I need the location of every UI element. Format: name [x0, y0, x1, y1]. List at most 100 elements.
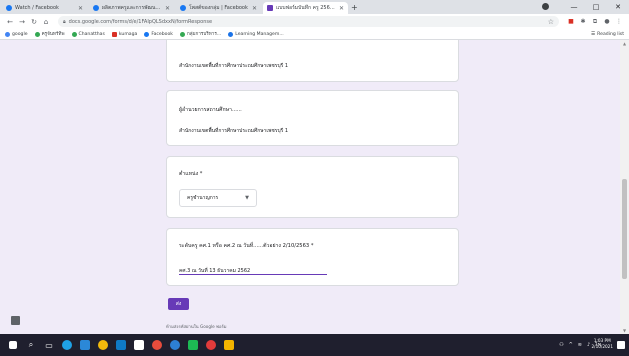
- scroll-down-arrow-icon[interactable]: ▼: [620, 328, 629, 333]
- bookmark-label: กลุ่มการบริหาร...: [186, 31, 222, 37]
- close-tab-icon[interactable]: ✕: [78, 5, 83, 12]
- window-controls: — □ ✕: [563, 0, 629, 14]
- bookmark-item[interactable]: google: [5, 31, 28, 37]
- tab-title: Watch / Facebook: [15, 5, 59, 11]
- volume-icon[interactable]: ♪: [587, 342, 590, 348]
- store-icon[interactable]: [76, 334, 94, 356]
- bookmark-favicon-icon: [179, 31, 185, 37]
- page-scrollbar[interactable]: ▲ ▼: [620, 40, 629, 334]
- bookmark-item[interactable]: Learning Managem...: [228, 31, 284, 37]
- back-arrow-icon[interactable]: ←: [4, 18, 16, 26]
- bookmark-label: kumaga: [118, 31, 138, 37]
- tray-chevron-icon[interactable]: ^: [569, 342, 573, 348]
- question-title: ระดับครู คศ.1 หรือ คศ.2 ณ วันที่......ตั…: [179, 243, 314, 249]
- start-windows-icon[interactable]: [4, 334, 22, 356]
- bookmark-label: ครูจันทร์ทิพ: [41, 31, 65, 37]
- app-glyph: [62, 340, 72, 350]
- bookmark-item[interactable]: Chanatthas: [71, 31, 105, 37]
- answer-text: สำนักงานเขตพื้นที่การศึกษาประถมศึกษาเพชร…: [179, 128, 289, 134]
- word-icon[interactable]: [130, 334, 148, 356]
- app-glyph: [224, 340, 234, 350]
- scrollbar-thumb[interactable]: [622, 179, 627, 279]
- maximize-button[interactable]: □: [585, 3, 607, 11]
- feedback-icon[interactable]: [11, 316, 20, 325]
- chrome-icon[interactable]: [94, 334, 112, 356]
- question-title: ผู้อำนวยการสถานศึกษา......: [179, 107, 242, 113]
- taskbar-clock[interactable]: 1:03 PM 2/10/2021: [592, 338, 613, 350]
- new-tab-button[interactable]: +: [351, 2, 358, 14]
- bookmark-favicon-icon: [111, 31, 117, 37]
- onedrive-icon[interactable]: [166, 334, 184, 356]
- bookmark-favicon-icon: [71, 31, 77, 37]
- answer-input-value: คศ.3 ณ วันที่ 13 ธันวาคม 2562: [179, 268, 251, 274]
- lock-icon[interactable]: 🔒︎: [63, 19, 66, 25]
- opera-icon[interactable]: [202, 334, 220, 356]
- minimize-button[interactable]: —: [563, 3, 585, 11]
- windows-logo: [9, 341, 17, 349]
- app-glyph: [170, 340, 180, 350]
- file-explorer-icon[interactable]: [112, 334, 130, 356]
- answer-text: สำนักงานเขตพื้นที่การศึกษาประถมศึกษาเพชร…: [179, 63, 289, 69]
- close-tab-icon[interactable]: ✕: [165, 5, 170, 12]
- home-icon[interactable]: ⌂: [40, 18, 52, 26]
- forward-arrow-icon[interactable]: →: [16, 18, 28, 26]
- bookmark-item[interactable]: kumaga: [111, 31, 138, 37]
- browser-tab-1[interactable]: Watch / Facebook ✕: [2, 2, 87, 14]
- tab-strip: Watch / Facebook ✕ ผลิตภาพครูและการพัฒนา…: [0, 0, 629, 14]
- search-icon[interactable]: ⌕: [22, 334, 40, 356]
- profile-icon[interactable]: [542, 3, 549, 10]
- edge-icon[interactable]: [58, 334, 76, 356]
- question-card-2: ผู้อำนวยการสถานศึกษา...... สำนักงานเขตพื…: [166, 90, 459, 146]
- facebook-icon: [6, 5, 12, 11]
- bookmark-label: Chanatthas: [78, 31, 105, 37]
- browser-tab-2[interactable]: ผลิตภาพครูและการพัฒนา | Fac... ✕: [89, 2, 174, 14]
- extension-icon[interactable]: ■: [565, 18, 577, 25]
- photos-icon[interactable]: [148, 334, 166, 356]
- reload-icon[interactable]: ↻: [28, 18, 40, 26]
- spotify-icon[interactable]: [184, 334, 202, 356]
- browser-tab-3[interactable]: โพสต์ของกลุ่ม | Facebook ✕: [176, 2, 261, 14]
- close-tab-icon[interactable]: ✕: [252, 5, 257, 12]
- profile-avatar-icon[interactable]: ●: [601, 18, 613, 25]
- extensions-puzzle-icon[interactable]: ⧉: [589, 18, 601, 26]
- bookmark-label: Facebook: [151, 31, 173, 37]
- question-card-3: ตำแหน่ง * ครูชำนาญการ ▼: [166, 156, 459, 218]
- app-glyph: [134, 340, 144, 350]
- bookmark-label: google: [12, 31, 28, 37]
- task-view-icon[interactable]: ▭: [40, 334, 58, 356]
- app-glyph: [116, 340, 126, 350]
- menu-dots-icon[interactable]: ⋮: [613, 18, 625, 25]
- app-glyph: [98, 340, 108, 350]
- windows-taskbar: ⌕ ▭ ⚇ ^ ≋ ♪ ไท 1:03 PM 2/10/2021: [0, 334, 629, 356]
- clock-date: 2/10/2021: [591, 344, 613, 349]
- tab-title: แบบฟอร์มบันทึก ครู 2563 - Google...: [276, 5, 337, 11]
- reading-list[interactable]: ☰ Reading list: [591, 32, 624, 37]
- position-dropdown[interactable]: ครูชำนาญการ ▼: [179, 189, 257, 207]
- bookmark-item[interactable]: กลุ่มการบริหาร...: [179, 31, 222, 38]
- dropdown-value: ครูชำนาญการ: [187, 195, 219, 201]
- reading-list-label: Reading list: [597, 31, 624, 37]
- bookmark-item[interactable]: ครูจันทร์ทิพ: [34, 31, 65, 38]
- people-icon[interactable]: ⚇: [559, 342, 563, 348]
- form-page: สำนักงานเขตพื้นที่การศึกษาประถมศึกษาเพชร…: [0, 40, 629, 334]
- network-icon[interactable]: ≋: [578, 342, 582, 348]
- close-tab-icon[interactable]: ✕: [339, 5, 344, 12]
- browser-tab-4[interactable]: แบบฟอร์มบันทึก ครู 2563 - Google... ✕: [263, 2, 348, 14]
- extension-icons: ■ ✱ ⧉ ● ⋮: [565, 18, 625, 26]
- password-warning: ห้ามส่งรหัสผ่านใน Google ฟอร์ม: [166, 324, 227, 329]
- folder-icon[interactable]: [220, 334, 238, 356]
- address-bar[interactable]: 🔒︎ docs.google.com/forms/d/e/1FAIpQLSdxx…: [58, 16, 559, 27]
- submit-button[interactable]: ส่ง: [168, 298, 189, 310]
- question-card-4: ระดับครู คศ.1 หรือ คศ.2 ณ วันที่......ตั…: [166, 228, 459, 286]
- bookmark-favicon-icon: [228, 31, 234, 37]
- bookmark-star-icon[interactable]: ☆: [548, 18, 554, 26]
- tab-title: ผลิตภาพครูและการพัฒนา | Fac...: [102, 5, 163, 11]
- extension-icon[interactable]: ✱: [577, 18, 589, 25]
- tab-title: โพสต์ของกลุ่ม | Facebook: [189, 5, 248, 11]
- notification-icon[interactable]: [617, 341, 625, 349]
- scroll-up-arrow-icon[interactable]: ▲: [620, 41, 629, 46]
- browser-toolbar: ← → ↻ ⌂ 🔒︎ docs.google.com/forms/d/e/1FA…: [0, 14, 629, 29]
- answer-input[interactable]: คศ.3 ณ วันที่ 13 ธันวาคม 2562: [179, 267, 327, 275]
- close-window-button[interactable]: ✕: [607, 3, 629, 11]
- bookmark-item[interactable]: Facebook: [144, 31, 173, 37]
